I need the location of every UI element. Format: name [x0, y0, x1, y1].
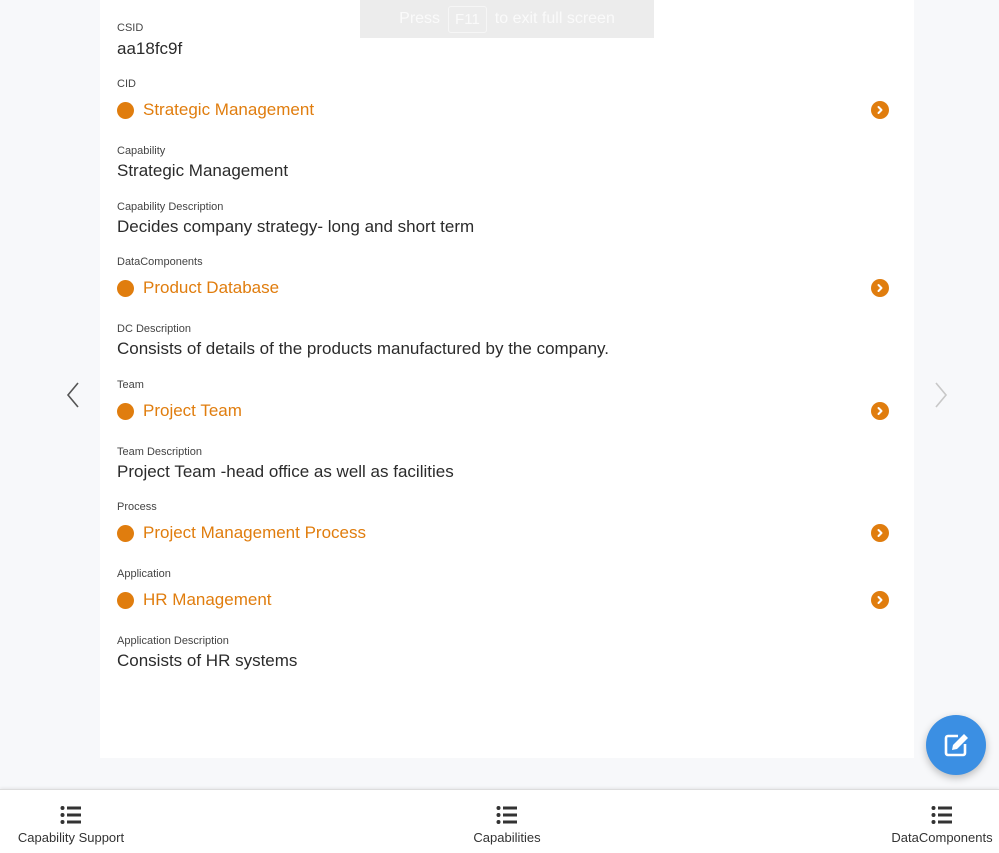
- list-icon: [931, 806, 952, 824]
- status-dot: [117, 402, 134, 420]
- application-link[interactable]: HR Management: [117, 588, 889, 612]
- team-label: Team: [117, 379, 144, 391]
- cid-value: Strategic Management: [143, 100, 315, 119]
- data-components-link[interactable]: Product Database: [117, 276, 889, 300]
- edit-button[interactable]: [926, 715, 986, 775]
- edit-icon: [944, 734, 968, 757]
- csid-label: CSID: [117, 22, 144, 34]
- nav-datacomponents[interactable]: DataComponents: [887, 790, 997, 853]
- fullscreen-hint-key: F11: [448, 5, 487, 33]
- chevron-left-icon[interactable]: [63, 381, 83, 409]
- chevron-circle-right-icon[interactable]: [871, 591, 889, 609]
- dc-description-label: DC Description: [117, 323, 191, 335]
- bottom-navigation: Capability Support Capabilities DataComp…: [0, 789, 999, 853]
- team-value: Project Team: [143, 401, 242, 420]
- application-description-value: Consists of HR systems: [117, 651, 298, 670]
- application-description-label: Application Description: [117, 635, 229, 647]
- process-value: Project Management Process: [143, 523, 366, 542]
- team-description-label: Team Description: [117, 446, 202, 458]
- cid-label: CID: [117, 78, 136, 90]
- application-value: HR Management: [143, 590, 272, 609]
- team-link[interactable]: Project Team: [117, 399, 889, 423]
- list-icon: [496, 806, 517, 824]
- chevron-circle-right-icon[interactable]: [871, 524, 889, 542]
- capability-label: Capability: [117, 145, 166, 157]
- fullscreen-hint-rest: to exit full screen: [494, 10, 615, 27]
- team-description-value: Project Team -head office as well as fac…: [117, 462, 454, 481]
- status-dot: [117, 591, 134, 609]
- chevron-circle-right-icon[interactable]: [871, 279, 889, 297]
- fullscreen-hint-press: Press: [399, 10, 441, 27]
- process-label: Process: [117, 501, 157, 513]
- nav-label: DataComponents: [891, 830, 993, 845]
- status-dot: [117, 524, 134, 542]
- nav-label: Capability Support: [17, 830, 125, 845]
- list-icon: [60, 806, 81, 824]
- fullscreen-hint: Press F11 to exit full screen: [360, 0, 654, 38]
- chevron-right-icon[interactable]: [931, 381, 951, 409]
- capability-description-value: Decides company strategy- long and short…: [117, 217, 475, 236]
- nav-capability-support[interactable]: Capability Support: [10, 790, 132, 853]
- chevron-circle-right-icon[interactable]: [871, 101, 889, 119]
- dc-description-value: Consists of details of the products manu…: [117, 339, 610, 358]
- nav-label: Capabilities: [473, 830, 541, 845]
- capability-description-label: Capability Description: [117, 201, 224, 213]
- csid-value: aa18fc9f: [117, 39, 183, 58]
- capability-value: Strategic Management: [117, 161, 289, 180]
- status-dot: [117, 101, 134, 119]
- application-label: Application: [117, 568, 171, 580]
- data-components-label: DataComponents: [117, 256, 203, 268]
- status-dot: [117, 279, 134, 297]
- process-link[interactable]: Project Management Process: [117, 521, 889, 545]
- cid-link[interactable]: Strategic Management: [117, 98, 889, 122]
- data-components-value: Product Database: [143, 278, 280, 297]
- nav-capabilities[interactable]: Capabilities: [457, 790, 557, 853]
- chevron-circle-right-icon[interactable]: [871, 402, 889, 420]
